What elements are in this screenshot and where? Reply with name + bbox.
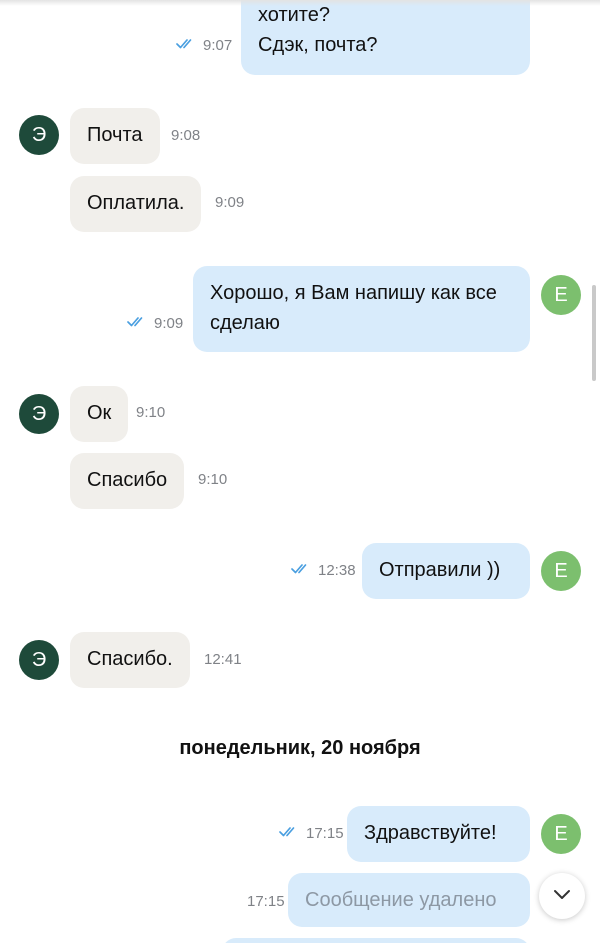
contact-avatar[interactable]: Э <box>19 115 59 155</box>
message-text: Отправили )) <box>379 559 501 581</box>
message-text: Сообщение удалено <box>305 889 497 911</box>
my-avatar[interactable]: Е <box>541 814 581 854</box>
message-bubble-outgoing[interactable]: Хорошо, я Вам напишу как все сделаю <box>193 266 530 352</box>
message-time: 12:38 <box>291 561 356 581</box>
top-edge-shadow <box>0 0 600 6</box>
message-text: Сдэк, почта? <box>258 34 378 56</box>
message-time: 17:15 <box>247 893 285 910</box>
message-bubble-outgoing[interactable]: Здравствуйте! <box>347 806 530 862</box>
message-bubble-outgoing[interactable]: хотите? Сдэк, почта? <box>241 0 530 75</box>
double-check-icon <box>176 35 196 55</box>
message-bubble-outgoing[interactable]: Отправили )) <box>362 543 530 599</box>
message-time: 17:15 <box>279 824 344 844</box>
message-time: 9:10 <box>136 404 166 421</box>
contact-avatar[interactable]: Э <box>19 394 59 434</box>
message-bubble-incoming[interactable]: Спасибо. <box>70 632 190 688</box>
message-bubble-deleted[interactable]: Сообщение удалено <box>288 873 530 927</box>
double-check-icon <box>127 313 147 333</box>
scroll-down-button[interactable] <box>539 873 585 919</box>
message-text: сделаю <box>210 312 280 334</box>
double-check-icon <box>291 560 311 580</box>
message-time: 9:07 <box>176 36 232 56</box>
contact-avatar[interactable]: Э <box>19 640 59 680</box>
message-bubble-incoming[interactable]: Почта <box>70 108 160 164</box>
message-text: Хорошо, я Вам напишу как все <box>210 282 497 304</box>
my-avatar[interactable]: Е <box>541 551 581 591</box>
message-text: Спасибо. <box>87 648 173 670</box>
message-bubble-incoming[interactable]: Спасибо <box>70 453 185 509</box>
message-text: Почта <box>87 124 143 146</box>
chevron-down-icon <box>553 887 571 905</box>
message-text: Оплатила. <box>87 192 185 214</box>
double-check-icon <box>279 823 299 843</box>
message-text: Здравствуйте! <box>364 822 497 844</box>
message-time: 9:10 <box>198 471 228 488</box>
date-separator: понедельник, 20 ноября <box>179 737 421 759</box>
message-time: 9:08 <box>171 127 201 144</box>
message-bubble-incoming[interactable]: Оплатила. <box>70 176 202 232</box>
message-time: 9:09 <box>127 314 183 334</box>
message-time: 9:09 <box>215 194 245 211</box>
chat-screen: хотите? Сдэк, почта? 9:07 Э Почта 9:08 О… <box>0 0 600 943</box>
message-bubble-incoming[interactable]: Ок <box>70 386 129 442</box>
my-avatar[interactable]: Е <box>541 275 581 315</box>
message-bubble-outgoing[interactable] <box>222 938 530 943</box>
scrollbar-thumb[interactable] <box>592 285 596 381</box>
message-text: Ок <box>87 402 112 424</box>
message-time: 12:41 <box>204 651 242 668</box>
message-text: Спасибо <box>87 469 168 491</box>
